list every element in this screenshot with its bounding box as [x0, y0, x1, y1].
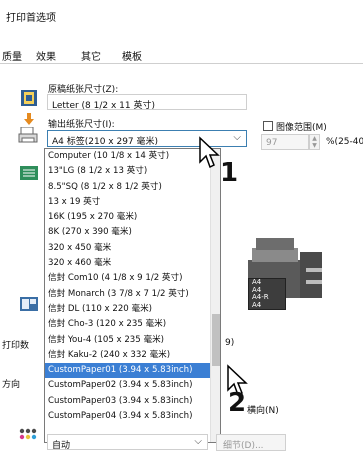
dropdown-item[interactable]: 信封 DL (110 x 220 毫米)	[45, 302, 220, 317]
window-title: 打印首选项	[6, 13, 56, 24]
tab-effects[interactable]: 效果	[36, 48, 56, 63]
tab-bar: 质量 效果 其它 模板	[0, 44, 363, 64]
dropdown-item[interactable]: 320 x 450 毫米	[45, 241, 220, 256]
image-area-value: 97	[266, 138, 278, 148]
layout-icon	[20, 297, 38, 311]
paper-size-dropdown-list[interactable]: Computer (10 1/8 x 14 英寸) 13"LG (8 1/2 x …	[44, 148, 221, 443]
dropdown-item[interactable]: CustomPaper02 (3.94 x 5.83inch)	[45, 378, 220, 393]
dropdown-item[interactable]: 信封 You-4 (105 x 235 毫米)	[45, 333, 220, 348]
dropdown-item[interactable]: 320 x 460 毫米	[45, 256, 220, 271]
scrollbar-thumb[interactable]	[212, 314, 220, 366]
print-count-label: 打印数	[2, 341, 30, 351]
print-count-value: 9)	[225, 338, 235, 348]
dropdown-item[interactable]: CustomPaper03 (3.94 x 5.83inch)	[45, 394, 220, 409]
mouse-pointer-icon	[199, 136, 220, 169]
image-area-label: 图像范围(M)	[276, 123, 327, 133]
color-mode-select[interactable]: 自动 ⌵	[47, 434, 208, 450]
dropdown-item[interactable]: CustomPaper01 (3.94 x 5.83inch)	[45, 363, 220, 379]
dropdown-item[interactable]: 8.5"SQ (8 1/2 x 8 1/2 英寸)	[45, 180, 220, 195]
dropdown-item[interactable]: 8K (270 x 390 毫米)	[45, 225, 220, 240]
output-paper-label: 输出纸张尺寸(I):	[48, 120, 115, 130]
orientation-label: 方向	[2, 380, 21, 390]
dropdown-item[interactable]: 信封 Com10 (4 1/8 x 9 1/2 英寸)	[45, 271, 220, 286]
tab-templates[interactable]: 模板	[122, 48, 142, 63]
original-paper-value: Letter (8 1/2 x 11 英寸)	[52, 101, 156, 110]
dropdown-item[interactable]: 13"LG (8 1/2 x 13 英寸)	[45, 164, 220, 179]
output-paper-value: A4 标签(210 x 297 毫米)	[52, 137, 159, 147]
image-area-unit: %(25-400)	[326, 137, 363, 147]
landscape-label[interactable]: 横向(N)	[247, 403, 279, 416]
callout-1: 1	[220, 158, 239, 188]
spin-buttons[interactable]: ▲ ▼	[309, 134, 320, 150]
tab-others[interactable]: 其它	[81, 48, 101, 63]
image-area-input[interactable]: 97	[261, 134, 309, 150]
dropdown-item[interactable]: CustomPaper04 (3.94 x 5.83inch)	[45, 409, 220, 424]
original-paper-select[interactable]: Letter (8 1/2 x 11 英寸)	[47, 94, 247, 110]
dropdown-item[interactable]: Computer (10 1/8 x 14 英寸)	[45, 149, 220, 164]
image-area-checkbox[interactable]	[263, 121, 273, 131]
dropdown-scrollbar[interactable]	[210, 149, 220, 442]
color-dots-icon	[19, 428, 37, 440]
dropdown-item[interactable]: 13 x 19 英寸	[45, 195, 220, 210]
chevron-down-icon: ⌵	[194, 436, 202, 447]
tab-quality[interactable]: 质量	[2, 48, 22, 63]
paper-tray-4: A4	[252, 300, 262, 309]
dropdown-item[interactable]: 信封 Cho-3 (120 x 235 毫米)	[45, 317, 220, 332]
dropdown-item[interactable]: 16K (195 x 270 毫米)	[45, 210, 220, 225]
print-output-icon	[18, 127, 38, 143]
copies-icon	[20, 166, 38, 180]
callout-2: 2	[228, 388, 247, 418]
dropdown-item[interactable]: 信封 Monarch (3 7/8 x 7 1/2 英寸)	[45, 287, 220, 302]
document-icon	[21, 90, 37, 106]
color-mode-value: 自动	[52, 441, 71, 450]
arrow-down-icon	[24, 113, 34, 125]
chevron-down-icon: ⌵	[233, 132, 241, 143]
dropdown-item[interactable]: 信封 Kaku-2 (240 x 332 毫米)	[45, 348, 220, 363]
paper-tray-list: A4 A4 A4-R A4	[248, 278, 286, 310]
details-button[interactable]: 细节(D)...	[216, 434, 286, 451]
